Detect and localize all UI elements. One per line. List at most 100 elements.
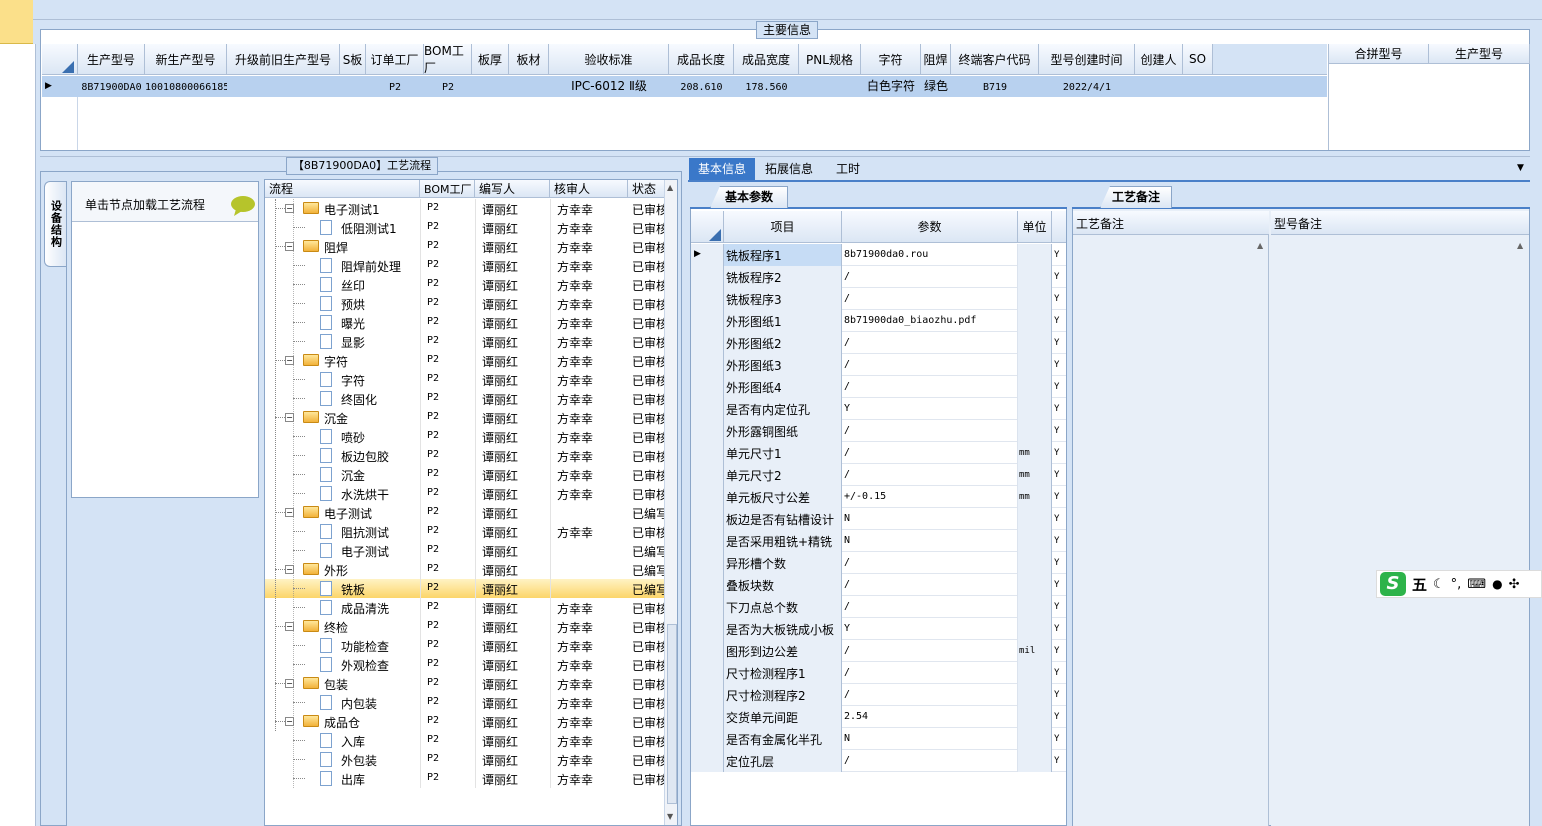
param-value-cell[interactable]: Y [842, 618, 1018, 640]
column-header[interactable]: 终端客户代码 [951, 44, 1039, 75]
column-header[interactable]: 订单工厂 [366, 44, 424, 75]
param-row[interactable]: 异形槽个数 / Y [691, 552, 1066, 574]
grid-cell[interactable]: B719 [951, 76, 1039, 97]
param-value-cell[interactable]: / [842, 266, 1018, 288]
tree-row[interactable]: 显影 P2 谭丽红 方幸幸 已审核 [265, 332, 665, 351]
param-item-cell[interactable]: 单元尺寸1 [724, 442, 842, 464]
column-header[interactable]: 字符 [861, 44, 921, 75]
tree-row[interactable]: 字符 P2 谭丽红 方幸幸 已审核 [265, 370, 665, 389]
bp-column-header[interactable]: 项目 [724, 211, 842, 243]
punctuation-icon[interactable]: °, [1451, 577, 1462, 592]
notes-tab[interactable]: 工艺备注 [1100, 186, 1172, 208]
param-item-cell[interactable]: 定位孔层 [724, 750, 842, 772]
tree-row[interactable]: −电子测试1P2谭丽红方幸幸已审核 [265, 199, 665, 218]
tree-row[interactable]: −沉金P2谭丽红方幸幸已审核 [265, 408, 665, 427]
param-value-cell[interactable]: / [842, 552, 1018, 574]
param-value-cell[interactable]: / [842, 750, 1018, 772]
tab-extended-info[interactable]: 拓展信息 [758, 158, 820, 180]
param-item-cell[interactable]: 尺寸检测程序1 [724, 662, 842, 684]
bp-column-header[interactable]: 单位 [1018, 211, 1052, 243]
vertical-splitter[interactable] [682, 157, 688, 826]
param-item-cell[interactable]: 尺寸检测程序2 [724, 684, 842, 706]
scroll-down-arrow-icon[interactable]: ▼ [667, 812, 673, 821]
column-header[interactable]: 新生产型号 [145, 44, 227, 75]
column-header[interactable]: 成品长度 [669, 44, 734, 75]
tree-row[interactable]: 铣板 P2 谭丽红 已编写 [265, 579, 665, 598]
column-header[interactable]: PNL规格 [799, 44, 861, 75]
param-value-cell[interactable]: / [842, 420, 1018, 442]
param-item-cell[interactable]: 是否为大板铣成小板 [724, 618, 842, 640]
param-value-cell[interactable]: Y [842, 398, 1018, 420]
tree-column-header[interactable]: 状态 [628, 180, 666, 198]
param-value-cell[interactable]: / [842, 464, 1018, 486]
tree-row[interactable]: −字符P2谭丽红方幸幸已审核 [265, 351, 665, 370]
tree-row[interactable]: 喷砂 P2 谭丽红 方幸幸 已审核 [265, 427, 665, 446]
tree-row[interactable]: 外包装 P2 谭丽红 方幸幸 已审核 [265, 750, 665, 769]
param-item-cell[interactable]: 单元尺寸2 [724, 464, 842, 486]
tree-row[interactable]: 入库 P2 谭丽红 方幸幸 已审核 [265, 731, 665, 750]
grid-cell[interactable]: 10010800066185 [145, 76, 227, 97]
param-value-cell[interactable]: / [842, 574, 1018, 596]
tree-row[interactable]: 沉金 P2 谭丽红 方幸幸 已审核 [265, 465, 665, 484]
tab-dropdown-icon[interactable]: ▼ [1517, 163, 1524, 173]
param-row[interactable]: ▶ 铣板程序1 8b71900da0.rou Y [691, 244, 1066, 266]
model-notes-scroll-up-icon[interactable]: ▲ [1517, 241, 1523, 250]
param-value-cell[interactable]: N [842, 728, 1018, 750]
tree-row[interactable]: 功能检查 P2 谭丽红 方幸幸 已审核 [265, 636, 665, 655]
model-notes-box[interactable]: 型号备注 ▲ [1271, 211, 1529, 826]
param-value-cell[interactable]: / [842, 354, 1018, 376]
tree-row[interactable]: −阻焊P2谭丽红方幸幸已审核 [265, 237, 665, 256]
param-row[interactable]: 单元尺寸1 / mm Y [691, 442, 1066, 464]
param-row[interactable]: 是否有金属化半孔 N Y [691, 728, 1066, 750]
scroll-thumb[interactable] [667, 624, 677, 804]
param-item-cell[interactable]: 是否采用粗铣+精铣 [724, 530, 842, 552]
tree-row[interactable]: 低阻测试1 P2 谭丽红 方幸幸 已审核 [265, 218, 665, 237]
column-header[interactable]: 生产型号 [78, 44, 145, 75]
tree-column-header[interactable]: BOM工厂 [420, 180, 475, 198]
tree-row[interactable]: −成品仓P2谭丽红方幸幸已审核 [265, 712, 665, 731]
param-row[interactable]: 叠板块数 / Y [691, 574, 1066, 596]
grid-cell[interactable]: 8B71900DA0 [78, 76, 145, 97]
param-value-cell[interactable]: N [842, 508, 1018, 530]
grid-cell[interactable]: 208.610 [669, 76, 734, 97]
param-value-cell[interactable]: 2.54 [842, 706, 1018, 728]
param-item-cell[interactable]: 外形图纸1 [724, 310, 842, 332]
param-row[interactable]: 外形图纸1 8b71900da0_biaozhu.pdf Y [691, 310, 1066, 332]
tree-row[interactable]: 外观检查 P2 谭丽红 方幸幸 已审核 [265, 655, 665, 674]
tree-vscrollbar[interactable]: ▲ ▼ [664, 180, 677, 825]
tree-row[interactable]: 曝光 P2 谭丽红 方幸幸 已审核 [265, 313, 665, 332]
grid-cell[interactable]: 绿色 [921, 76, 951, 97]
tree-row[interactable]: 出库 P2 谭丽红 方幸幸 已审核 [265, 769, 665, 788]
grid-cell[interactable]: 白色字符 [861, 76, 921, 97]
tree-row[interactable]: 阻抗测试 P2 谭丽红 方幸幸 已审核 [265, 522, 665, 541]
grid-data-row[interactable]: ▶ 8B71900DA0 10010800066185 P2 P2 IPC-6012 Ⅱ级… [42, 76, 1327, 97]
column-header[interactable]: 阻焊 [921, 44, 951, 75]
grid-cell[interactable] [1183, 76, 1213, 97]
scroll-up-arrow-icon[interactable]: ▲ [667, 183, 673, 192]
tree-column-header[interactable]: 编写人 [475, 180, 550, 198]
grid-cell[interactable]: IPC-6012 Ⅱ级 [549, 76, 669, 97]
notes-scroll-up-icon[interactable]: ▲ [1257, 241, 1263, 250]
param-value-cell[interactable]: / [842, 332, 1018, 354]
tree-row[interactable]: 阻焊前处理 P2 谭丽红 方幸幸 已审核 [265, 256, 665, 275]
tab-basic-info[interactable]: 基本信息 [689, 158, 755, 180]
equipment-structure-tab[interactable]: 设备结构 [44, 181, 66, 267]
tree-row[interactable]: −终检P2谭丽红方幸幸已审核 [265, 617, 665, 636]
param-item-cell[interactable]: 下刀点总个数 [724, 596, 842, 618]
tree-row[interactable]: 电子测试 P2 谭丽红 已编写 [265, 541, 665, 560]
column-header[interactable]: 型号创建时间 [1039, 44, 1135, 75]
param-value-cell[interactable]: / [842, 640, 1018, 662]
param-item-cell[interactable]: 是否有金属化半孔 [724, 728, 842, 750]
param-row[interactable]: 是否采用粗铣+精铣 N Y [691, 530, 1066, 552]
param-row[interactable]: 交货单元间距 2.54 Y [691, 706, 1066, 728]
moon-icon[interactable]: ☾ [1433, 577, 1445, 592]
column-header[interactable]: BOM工厂 [424, 44, 472, 75]
hint-box[interactable]: 单击节点加载工艺流程 [71, 181, 259, 498]
column-header[interactable]: 板材 [509, 44, 549, 75]
tree-column-header[interactable]: 流程 [265, 180, 420, 198]
param-value-cell[interactable]: 8b71900da0_biaozhu.pdf [842, 310, 1018, 332]
tab-work-hours[interactable]: 工时 [828, 158, 868, 180]
column-header[interactable]: 升级前旧生产型号 [227, 44, 340, 75]
param-item-cell[interactable]: 异形槽个数 [724, 552, 842, 574]
param-row[interactable]: 是否为大板铣成小板 Y Y [691, 618, 1066, 640]
